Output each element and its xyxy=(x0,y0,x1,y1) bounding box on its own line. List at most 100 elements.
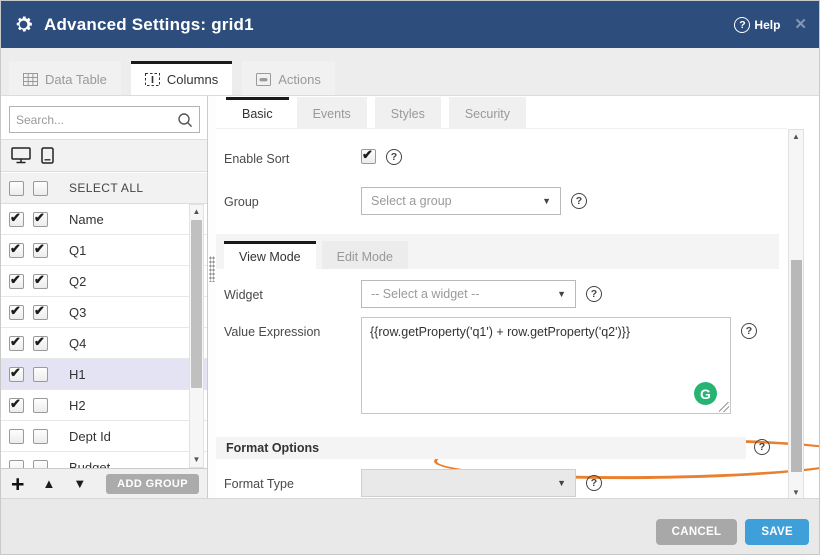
desktop-checkbox[interactable] xyxy=(9,398,24,413)
format-type-select[interactable] xyxy=(361,469,576,497)
column-row[interactable]: H1 xyxy=(1,359,207,390)
mode-tab-strip: View Mode Edit Mode xyxy=(216,234,779,269)
close-icon[interactable] xyxy=(794,17,807,32)
group-select[interactable]: Select a group xyxy=(361,187,561,215)
desktop-icon[interactable] xyxy=(11,147,31,164)
dialog-header: Advanced Settings: grid1 Help xyxy=(1,1,819,48)
add-column-button[interactable]: + xyxy=(11,473,24,495)
panel-splitter[interactable] xyxy=(208,96,216,498)
column-row[interactable]: H2 xyxy=(1,390,207,421)
tab-view-mode[interactable]: View Mode xyxy=(224,241,316,269)
format-type-help-icon[interactable] xyxy=(586,475,602,491)
column-name: Name xyxy=(69,212,104,227)
desktop-checkbox[interactable] xyxy=(9,274,24,289)
column-name: H2 xyxy=(69,398,86,413)
column-name: Q2 xyxy=(69,274,86,289)
scroll-down-icon[interactable]: ▼ xyxy=(190,453,203,467)
widget-label: Widget xyxy=(224,288,263,302)
mobile-checkbox[interactable] xyxy=(33,274,48,289)
enable-sort-help-icon[interactable] xyxy=(386,149,402,165)
help-icon xyxy=(734,17,750,33)
desktop-checkbox[interactable] xyxy=(9,367,24,382)
column-row[interactable]: Q3 xyxy=(1,297,207,328)
settings-scrollbar[interactable]: ▲ ▼ xyxy=(788,129,804,501)
value-expression-textarea[interactable]: {{row.getProperty('q1') + row.getPropert… xyxy=(361,317,731,414)
column-name: H1 xyxy=(69,367,86,382)
cancel-button[interactable]: CANCEL xyxy=(656,519,738,545)
column-list: Name Q1 Q2 Q3 Q4 H1 H2 Dept Id B xyxy=(1,204,207,468)
tab-styles[interactable]: Styles xyxy=(375,97,441,128)
select-all-mobile-checkbox[interactable] xyxy=(33,181,48,196)
tab-actions[interactable]: Actions xyxy=(242,61,335,95)
actions-icon xyxy=(256,73,271,86)
search-icon xyxy=(177,112,193,128)
mobile-checkbox[interactable] xyxy=(33,305,48,320)
select-all-desktop-checkbox[interactable] xyxy=(9,181,24,196)
tab-columns[interactable]: Columns xyxy=(131,61,232,95)
desktop-checkbox[interactable] xyxy=(9,243,24,258)
group-help-icon[interactable] xyxy=(571,193,587,209)
mobile-checkbox[interactable] xyxy=(33,429,48,444)
column-row[interactable]: Q2 xyxy=(1,266,207,297)
mobile-checkbox[interactable] xyxy=(33,243,48,258)
desktop-checkbox[interactable] xyxy=(9,212,24,227)
enable-sort-checkbox[interactable] xyxy=(361,149,376,164)
column-row[interactable]: Budget xyxy=(1,452,207,468)
select-all-row[interactable]: SELECT ALL xyxy=(1,173,207,204)
column-row[interactable]: Name xyxy=(1,204,207,235)
mobile-checkbox[interactable] xyxy=(33,336,48,351)
column-name: Budget xyxy=(69,460,110,469)
format-type-label: Format Type xyxy=(224,477,294,491)
scrollbar-thumb[interactable] xyxy=(791,260,802,472)
scroll-up-icon[interactable]: ▲ xyxy=(190,205,203,219)
column-name: Q3 xyxy=(69,305,86,320)
desktop-checkbox[interactable] xyxy=(9,429,24,444)
tab-basic[interactable]: Basic xyxy=(226,97,289,128)
desktop-checkbox[interactable] xyxy=(9,336,24,351)
widget-select[interactable]: -- Select a widget -- xyxy=(361,280,576,308)
column-row[interactable]: Q1 xyxy=(1,235,207,266)
tab-security[interactable]: Security xyxy=(449,97,526,128)
desktop-checkbox[interactable] xyxy=(9,460,24,469)
scroll-up-icon[interactable]: ▲ xyxy=(789,130,803,144)
mobile-checkbox[interactable] xyxy=(33,398,48,413)
tab-data-table[interactable]: Data Table xyxy=(9,61,121,95)
tab-events[interactable]: Events xyxy=(297,97,367,128)
mobile-checkbox[interactable] xyxy=(33,212,48,227)
columns-left-panel: SELECT ALL Name Q1 Q2 Q3 Q4 H1 H2 xyxy=(1,96,208,498)
chevron-down-icon xyxy=(557,478,566,488)
value-expression-label: Value Expression xyxy=(224,325,320,339)
mobile-checkbox[interactable] xyxy=(33,460,48,469)
column-row[interactable]: Q4 xyxy=(1,328,207,359)
device-toggle-row xyxy=(1,139,207,172)
grammarly-icon[interactable]: G xyxy=(694,382,717,405)
splitter-grip-icon xyxy=(209,256,215,282)
scrollbar-thumb[interactable] xyxy=(191,220,202,388)
column-list-scrollbar[interactable]: ▲ ▼ xyxy=(189,204,204,468)
column-name: Q4 xyxy=(69,336,86,351)
format-options-help-icon[interactable] xyxy=(754,439,770,455)
resize-handle-icon[interactable] xyxy=(719,402,729,412)
help-button[interactable]: Help xyxy=(734,17,780,33)
save-button[interactable]: SAVE xyxy=(745,519,809,545)
add-group-button[interactable]: ADD GROUP xyxy=(106,474,199,494)
column-row[interactable]: Dept Id xyxy=(1,421,207,452)
format-options-header: Format Options xyxy=(216,437,746,459)
widget-help-icon[interactable] xyxy=(586,286,602,302)
desktop-checkbox[interactable] xyxy=(9,305,24,320)
main-tab-bar: Data Table Columns Actions xyxy=(1,48,819,96)
search-input[interactable] xyxy=(10,113,177,127)
chevron-down-icon xyxy=(542,196,551,206)
dialog-footer: CANCEL SAVE xyxy=(1,498,819,555)
move-down-button[interactable]: ▼ xyxy=(73,476,86,491)
left-panel-footer: + ▲ ▼ ADD GROUP xyxy=(1,468,207,498)
dialog-title: Advanced Settings: grid1 xyxy=(44,15,254,35)
tab-edit-mode[interactable]: Edit Mode xyxy=(322,241,408,269)
columns-icon xyxy=(145,73,160,86)
mobile-icon[interactable] xyxy=(41,147,54,164)
mobile-checkbox[interactable] xyxy=(33,367,48,382)
column-name: Q1 xyxy=(69,243,86,258)
value-expression-help-icon[interactable] xyxy=(741,323,757,339)
move-up-button[interactable]: ▲ xyxy=(42,476,55,491)
gear-icon xyxy=(13,14,34,35)
